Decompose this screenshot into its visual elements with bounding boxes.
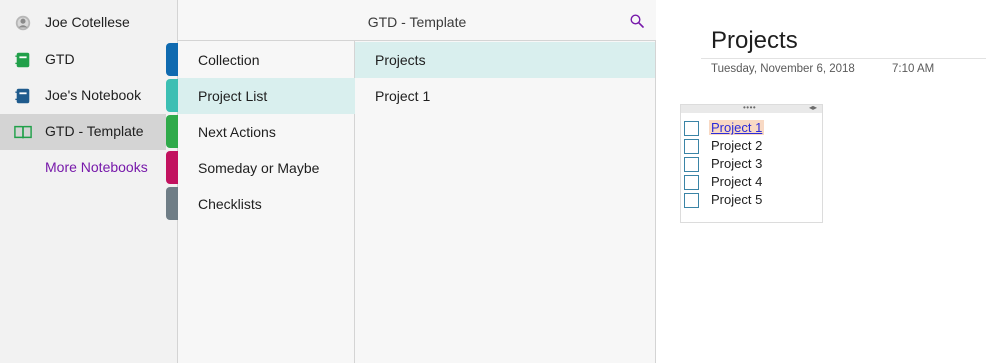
more-notebooks-label: More Notebooks [45,159,148,175]
note-container[interactable]: •••• ◂▸ Project 1 Project 2 Project 3 Pr… [680,103,823,223]
drag-dots-icon: •••• [743,103,757,112]
todo-item: Project 1 [684,120,819,137]
section-item-collection[interactable]: Collection [178,42,355,78]
notebook-icon [15,88,30,104]
search-icon[interactable] [630,14,644,28]
todo-item: Project 5 [684,192,819,209]
section-label: Next Actions [198,124,276,140]
todo-text[interactable]: Project 2 [711,138,762,153]
resize-arrows-icon[interactable]: ◂▸ [809,103,817,112]
page-label: Project 1 [375,88,431,104]
title-divider [701,58,986,59]
section-tab-next-actions[interactable] [166,115,178,148]
notebooks-pane: Joe Cotellese GTD Joe's Notebook GTD - T… [0,0,178,363]
todo-item: Project 4 [684,174,819,191]
checkbox[interactable] [684,193,699,208]
page-label: Projects [375,52,426,68]
section-tab-project-list[interactable] [166,79,178,112]
notebook-label: GTD - Template [45,123,144,139]
notebook-title: GTD - Template [367,14,467,30]
onenote-window: Joe Cotellese GTD Joe's Notebook GTD - T… [0,0,1004,363]
todo-text[interactable]: Project 4 [711,174,762,189]
pages-pane: Projects Project 1 [355,41,656,363]
section-item-checklists[interactable]: Checklists [178,186,355,222]
section-label: Collection [198,52,260,68]
container-drag-handle[interactable]: •••• ◂▸ [681,103,822,113]
section-label: Someday or Maybe [198,160,320,176]
todo-item: Project 3 [684,156,819,173]
checkbox[interactable] [684,139,699,154]
notebook-item-joes-notebook[interactable]: Joe's Notebook [0,78,166,114]
more-notebooks-link[interactable]: More Notebooks [0,150,166,186]
notebook-header: GTD - Template [178,0,656,41]
user-avatar-icon [15,15,31,31]
notebook-label: GTD [45,51,75,67]
section-tab-checklists[interactable] [166,187,178,220]
checkbox[interactable] [684,121,699,136]
open-notebook-icon [14,125,32,139]
section-item-next-actions[interactable]: Next Actions [178,114,355,150]
notebook-icon [15,52,30,68]
page-date: Tuesday, November 6, 2018 [711,63,855,75]
user-name: Joe Cotellese [45,14,130,30]
notebook-label: Joe's Notebook [45,87,142,103]
checkbox[interactable] [684,175,699,190]
section-tab-collection[interactable] [166,43,178,76]
section-label: Project List [198,88,268,104]
todo-text[interactable]: Project 5 [711,192,762,207]
checkbox[interactable] [684,157,699,172]
page-link[interactable]: Project 1 [709,120,765,135]
section-item-someday-or-maybe[interactable]: Someday or Maybe [178,150,355,186]
page-canvas[interactable]: Projects Tuesday, November 6, 2018 7:10 … [656,0,1004,363]
sections-pane: Collection Project List Next Actions Som… [178,41,355,363]
section-item-project-list[interactable]: Project List [178,78,355,114]
section-tab-someday[interactable] [166,151,178,184]
user-account-row[interactable]: Joe Cotellese [0,5,166,41]
notebook-item-gtd-template[interactable]: GTD - Template [0,114,166,150]
section-label: Checklists [198,196,262,212]
page-title[interactable]: Projects [711,27,798,55]
page-item-project-1[interactable]: Project 1 [355,78,655,114]
notebook-item-gtd[interactable]: GTD [0,42,166,78]
todo-item: Project 2 [684,138,819,155]
page-time: 7:10 AM [892,63,935,75]
todo-text[interactable]: Project 3 [711,156,762,171]
page-item-projects[interactable]: Projects [355,42,655,78]
